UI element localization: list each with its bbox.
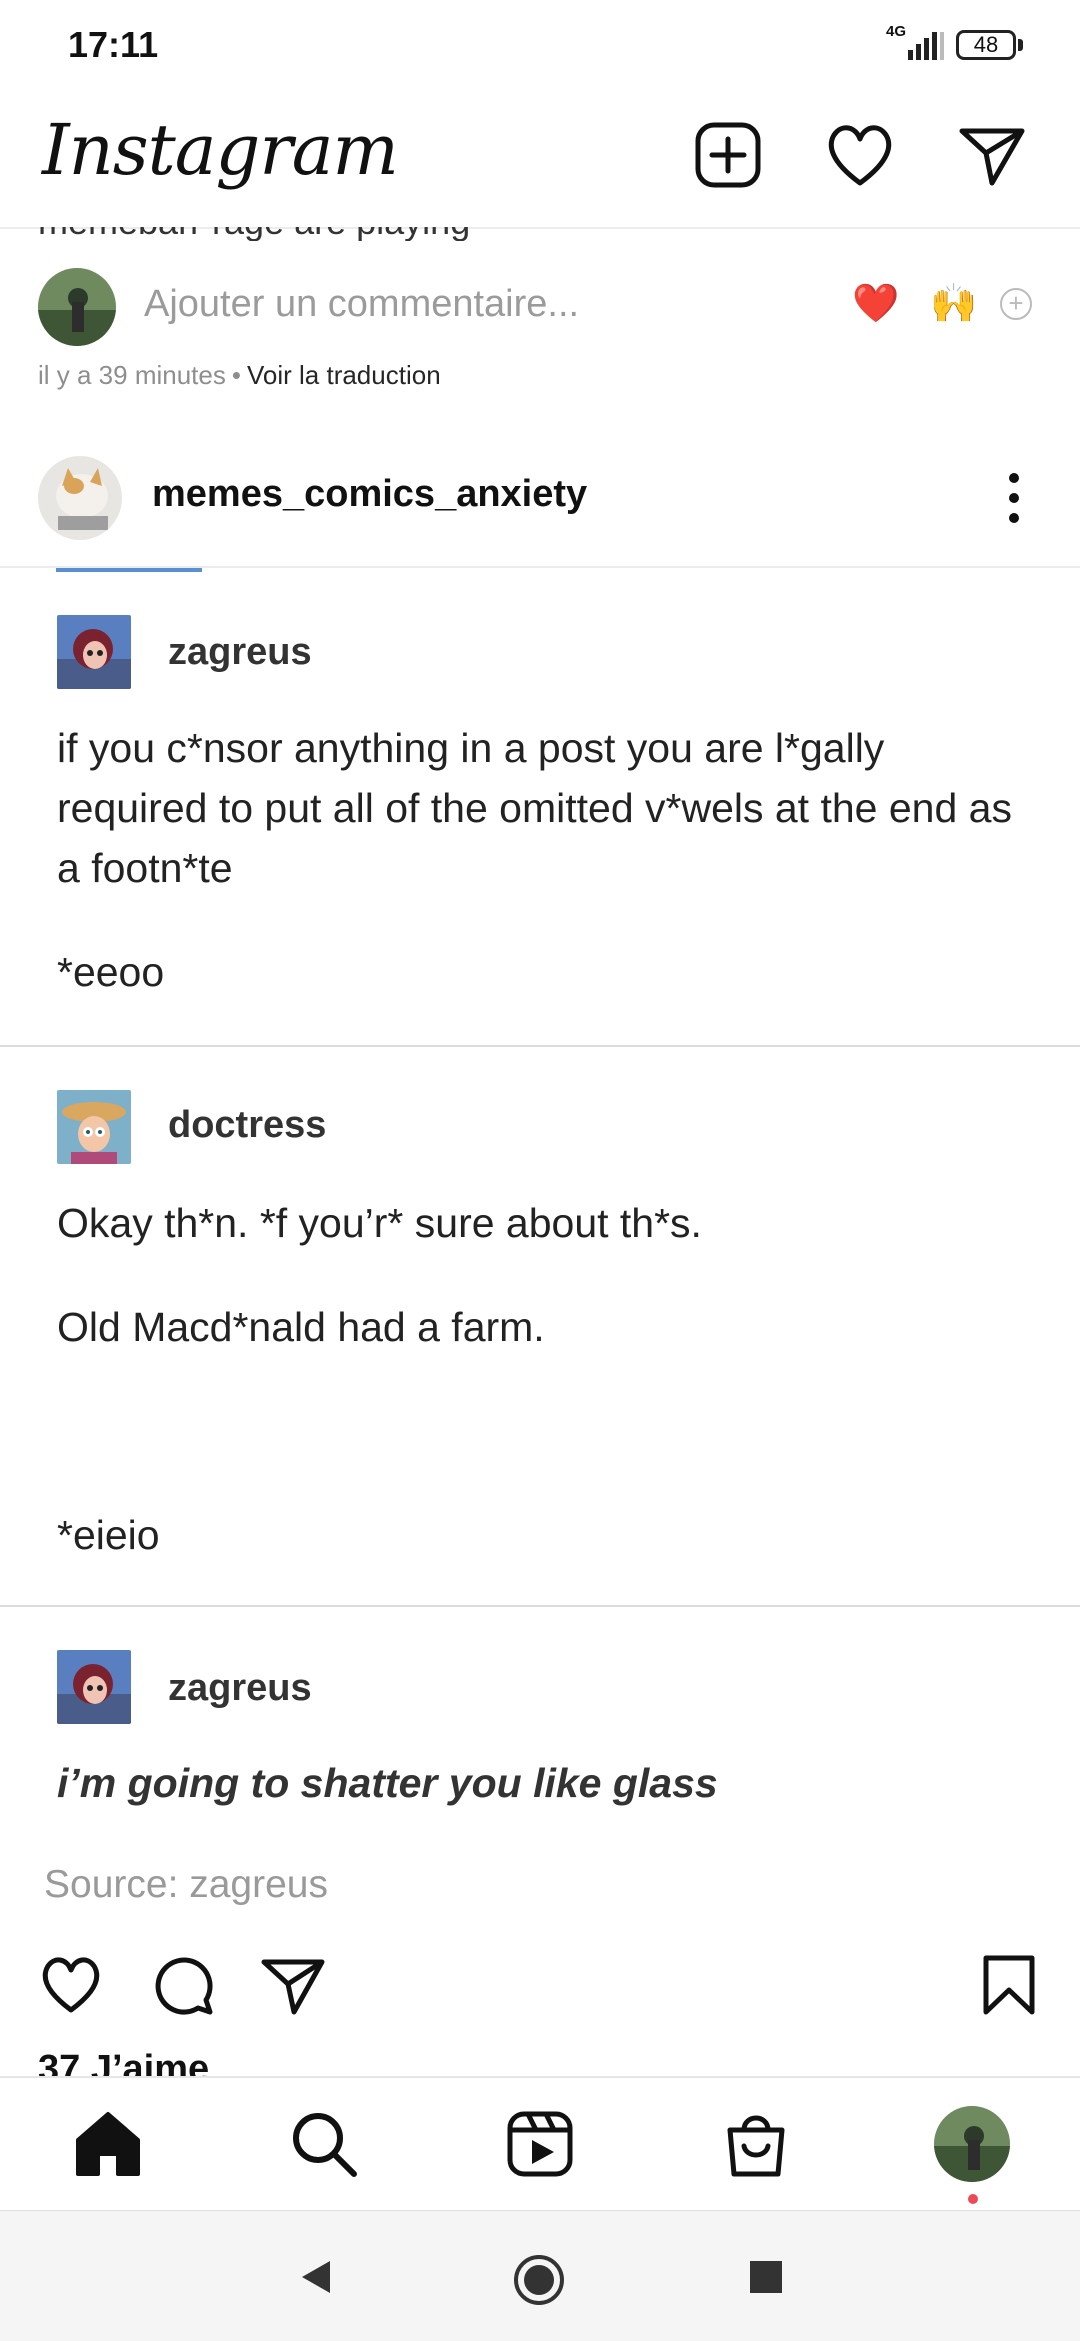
zagreus-avatar-image [57, 1650, 131, 1724]
bottom-navigation [0, 2076, 1080, 2212]
post-source: Source: zagreus [44, 1863, 328, 1906]
meta-separator: • [231, 360, 241, 390]
heart-icon[interactable] [820, 115, 900, 195]
add-reaction-icon[interactable]: + [1000, 288, 1032, 320]
tumblr-text: if you c*nsor anything in a post you are… [57, 725, 1012, 891]
profile-avatar-image [934, 2106, 1010, 2182]
clipped-caption: memebarr rage are playing [38, 227, 470, 241]
battery-icon: 48 [956, 30, 1016, 60]
post-meta: il y a 39 minutes • Voir la traduction [38, 360, 441, 391]
post-author-avatar[interactable] [38, 456, 122, 540]
status-bar: 17:11 4G 48 [0, 0, 1080, 95]
reels-icon[interactable] [504, 2108, 576, 2180]
tumblr-avatar-zagreus [57, 1650, 131, 1724]
direct-message-icon[interactable] [952, 115, 1032, 195]
like-icon[interactable] [36, 1950, 106, 2020]
home-icon[interactable] [72, 2108, 144, 2180]
shop-icon[interactable] [720, 2108, 792, 2180]
tumblr-text: Okay th*n. *f you’r* sure about th*s. [57, 1200, 702, 1246]
tumblr-text: *eeoo [57, 949, 165, 995]
post-blue-accent [56, 568, 202, 572]
comment-icon[interactable] [148, 1950, 218, 2020]
more-options-icon[interactable] [1000, 470, 1028, 526]
app-header: Instagram [0, 95, 1080, 229]
tumblr-avatar-zagreus [57, 615, 131, 689]
network-type: 4G [886, 23, 907, 40]
bookmark-icon[interactable] [974, 1950, 1044, 2020]
quick-reaction-raised-hands[interactable]: 🙌 [930, 282, 977, 326]
time-ago: il y a 39 minutes [38, 360, 226, 390]
tumblr-username: zagreus [168, 631, 312, 673]
profile-avatar[interactable] [934, 2106, 1010, 2182]
tumblr-separator [0, 1045, 1080, 1047]
search-icon[interactable] [288, 2108, 360, 2180]
tumblr-text: *eieio [57, 1512, 160, 1558]
battery-tip [1018, 39, 1023, 51]
clipped-caption-area: memebarr rage are playing [0, 227, 1080, 241]
zagreus-avatar-image [57, 615, 131, 689]
tumblr-text: Old Macd*nald had a farm. [57, 1304, 545, 1350]
tumblr-username: doctress [168, 1104, 327, 1146]
status-time: 17:11 [68, 24, 159, 65]
comment-input[interactable]: Ajouter un commentaire... [144, 283, 579, 326]
avatar-image [38, 268, 116, 346]
tumblr-text: i’m going to shatter you like glass [57, 1760, 718, 1806]
recents-icon[interactable] [748, 2259, 784, 2295]
share-icon[interactable] [258, 1950, 328, 2020]
new-post-icon[interactable] [688, 115, 768, 195]
cat-avatar-image [38, 456, 122, 540]
tumblr-username: zagreus [168, 1667, 312, 1709]
instagram-logo[interactable]: Instagram [42, 109, 399, 191]
tumblr-avatar-doctress [57, 1090, 131, 1164]
notification-dot [968, 2194, 978, 2204]
system-navigation [0, 2210, 1080, 2341]
user-avatar[interactable] [38, 268, 116, 346]
see-translation-link[interactable]: Voir la traduction [247, 360, 441, 390]
likes-count[interactable]: 37 J’aime [38, 2048, 209, 2078]
quick-reaction-heart[interactable]: ❤️ [852, 282, 899, 326]
doctress-avatar-image [57, 1090, 131, 1164]
home-circle-icon[interactable] [512, 2253, 566, 2307]
post-username[interactable]: memes_comics_anxiety [152, 473, 587, 516]
signal-icon [908, 32, 944, 60]
back-icon[interactable] [296, 2257, 336, 2297]
tumblr-separator [0, 1605, 1080, 1607]
